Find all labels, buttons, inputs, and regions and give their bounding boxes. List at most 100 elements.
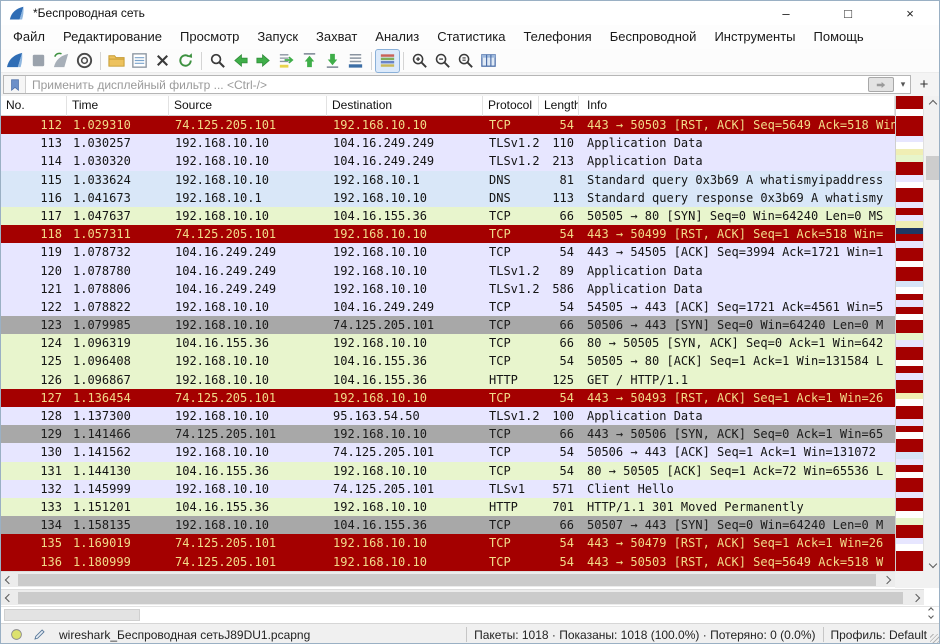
packet-row[interactable]: 1181.05731174.125.205.101192.168.10.10TC… bbox=[1, 225, 895, 243]
apply-filter-button[interactable] bbox=[868, 77, 894, 92]
capture-options-button[interactable] bbox=[73, 50, 96, 72]
menu-item-2[interactable]: Просмотр bbox=[171, 26, 248, 48]
profile-label[interactable]: Профиль: Default bbox=[831, 628, 928, 642]
packet-time: 1.057311 bbox=[67, 225, 169, 243]
packet-row[interactable]: 1301.141562192.168.10.1074.125.205.101TC… bbox=[1, 443, 895, 461]
packet-row[interactable]: 1361.18099974.125.205.101192.168.10.10TC… bbox=[1, 553, 895, 571]
zoom-in-button[interactable] bbox=[408, 50, 431, 72]
hscrollbar-thumb[interactable] bbox=[18, 592, 903, 604]
open-file-button[interactable] bbox=[105, 50, 128, 72]
go-to-packet-button[interactable] bbox=[275, 50, 298, 72]
packet-row[interactable]: 1211.078806104.16.249.249192.168.10.10TL… bbox=[1, 280, 895, 298]
zoom-out-button[interactable] bbox=[431, 50, 454, 72]
packet-row[interactable]: 1241.096319104.16.155.36192.168.10.10TCP… bbox=[1, 334, 895, 352]
column-header-length[interactable]: Length bbox=[539, 96, 579, 116]
menu-item-1[interactable]: Редактирование bbox=[54, 26, 171, 48]
minimap-stripe bbox=[896, 129, 923, 136]
packet-row[interactable]: 1351.16901974.125.205.101192.168.10.10TC… bbox=[1, 534, 895, 552]
go-top-button[interactable] bbox=[298, 50, 321, 72]
packet-row[interactable]: 1331.151201104.16.155.36192.168.10.10HTT… bbox=[1, 498, 895, 516]
packet-row[interactable]: 1251.096408192.168.10.10104.16.155.36TCP… bbox=[1, 352, 895, 370]
zoom-100-button[interactable] bbox=[454, 50, 477, 72]
vertical-scrollbar[interactable] bbox=[923, 96, 940, 571]
menu-item-9[interactable]: Инструменты bbox=[705, 26, 804, 48]
scroll-right-arrow-icon[interactable] bbox=[879, 572, 895, 588]
column-header-time[interactable]: Time bbox=[67, 96, 169, 116]
packet-length: 54 bbox=[539, 116, 579, 134]
vertical-scrollbar-thumb[interactable] bbox=[926, 156, 940, 180]
packet-row[interactable]: 1281.137300192.168.10.1095.163.54.50TLSv… bbox=[1, 407, 895, 425]
hscrollbar-thumb[interactable] bbox=[18, 574, 876, 586]
details-scrollbar-thumb[interactable] bbox=[4, 609, 140, 621]
filter-bookmark-button[interactable] bbox=[4, 76, 26, 93]
packet-row[interactable]: 1341.158135192.168.10.10104.16.155.36TCP… bbox=[1, 516, 895, 534]
reload-button[interactable] bbox=[174, 50, 197, 72]
scroll-up-arrow-icon[interactable] bbox=[924, 96, 940, 111]
column-header-destination[interactable]: Destination bbox=[327, 96, 483, 116]
scroll-left-arrow-icon[interactable] bbox=[1, 590, 17, 606]
filter-dropdown-caret[interactable]: ▾ bbox=[896, 79, 910, 90]
go-back-button[interactable] bbox=[229, 50, 252, 72]
packet-time: 1.030320 bbox=[67, 152, 169, 170]
details-vscroll-arrows[interactable] bbox=[929, 608, 933, 618]
menu-item-0[interactable]: Файл bbox=[4, 26, 54, 48]
display-filter-input[interactable] bbox=[26, 77, 868, 93]
packet-row[interactable]: 1271.13645474.125.205.101192.168.10.10TC… bbox=[1, 389, 895, 407]
wireshark-icon bbox=[9, 5, 26, 22]
capture-comment-icon[interactable] bbox=[32, 627, 47, 642]
close-button[interactable]: × bbox=[879, 1, 940, 25]
packet-row[interactable]: 1231.079985192.168.10.1074.125.205.101TC… bbox=[1, 316, 895, 334]
minimize-button[interactable]: – bbox=[755, 1, 817, 25]
expert-info-icon[interactable] bbox=[9, 627, 24, 642]
menu-item-4[interactable]: Захват bbox=[307, 26, 366, 48]
column-header-source[interactable]: Source bbox=[169, 96, 327, 116]
menu-item-6[interactable]: Статистика bbox=[428, 26, 514, 48]
menu-item-7[interactable]: Телефония bbox=[514, 26, 600, 48]
packet-protocol: TCP bbox=[483, 443, 539, 461]
packet-row[interactable]: 1291.14146674.125.205.101192.168.10.10TC… bbox=[1, 425, 895, 443]
capture-start-button[interactable] bbox=[4, 50, 27, 72]
scroll-right-arrow-icon[interactable] bbox=[908, 590, 924, 606]
menu-item-8[interactable]: Беспроводной bbox=[601, 26, 706, 48]
find-packet-button[interactable] bbox=[206, 50, 229, 72]
column-header-protocol[interactable]: Protocol bbox=[483, 96, 539, 116]
packet-row[interactable]: 1151.033624192.168.10.10192.168.10.1DNS8… bbox=[1, 171, 895, 189]
scroll-down-arrow-icon[interactable] bbox=[924, 556, 940, 571]
packet-row[interactable]: 1141.030320192.168.10.10104.16.249.249TL… bbox=[1, 152, 895, 170]
packet-length: 54 bbox=[539, 553, 579, 571]
maximize-button[interactable]: □ bbox=[817, 1, 879, 25]
capture-stop-button[interactable] bbox=[27, 50, 50, 72]
lower-pane-hscrollbar[interactable] bbox=[1, 589, 924, 605]
packet-row[interactable]: 1121.02931074.125.205.101192.168.10.10TC… bbox=[1, 116, 895, 134]
resize-grip[interactable] bbox=[930, 634, 940, 644]
go-bottom-button[interactable] bbox=[321, 50, 344, 72]
resize-columns-button[interactable] bbox=[477, 50, 500, 72]
packet-row[interactable]: 1221.078822192.168.10.10104.16.249.249TC… bbox=[1, 298, 895, 316]
packet-list-hscrollbar[interactable] bbox=[1, 571, 895, 587]
save-file-button[interactable] bbox=[128, 50, 151, 72]
packet-row[interactable]: 1261.096867192.168.10.10104.16.155.36HTT… bbox=[1, 371, 895, 389]
packet-destination: 104.16.155.36 bbox=[327, 352, 483, 370]
minimap-stripe bbox=[896, 373, 923, 380]
minimap-stripe bbox=[896, 195, 923, 202]
packet-row[interactable]: 1321.145999192.168.10.1074.125.205.101TL… bbox=[1, 480, 895, 498]
menu-item-10[interactable]: Помощь bbox=[805, 26, 873, 48]
packet-row[interactable]: 1161.041673192.168.10.1192.168.10.10DNS1… bbox=[1, 189, 895, 207]
column-header-info[interactable]: Info bbox=[579, 96, 895, 116]
packet-row[interactable]: 1311.144130104.16.155.36192.168.10.10TCP… bbox=[1, 462, 895, 480]
packet-row[interactable]: 1191.078732104.16.249.249192.168.10.10TC… bbox=[1, 243, 895, 261]
colorize-button[interactable] bbox=[376, 50, 399, 72]
packet-list-minimap[interactable] bbox=[895, 96, 923, 571]
menu-item-3[interactable]: Запуск bbox=[248, 26, 307, 48]
packet-row[interactable]: 1171.047637192.168.10.10104.16.155.36TCP… bbox=[1, 207, 895, 225]
close-file-button[interactable] bbox=[151, 50, 174, 72]
add-filter-button[interactable]: + bbox=[914, 75, 934, 94]
column-header-no[interactable]: No. bbox=[1, 96, 67, 116]
go-forward-button[interactable] bbox=[252, 50, 275, 72]
packet-row[interactable]: 1131.030257192.168.10.10104.16.249.249TL… bbox=[1, 134, 895, 152]
capture-restart-button[interactable] bbox=[50, 50, 73, 72]
packet-row[interactable]: 1201.078780104.16.249.249192.168.10.10TL… bbox=[1, 262, 895, 280]
auto-scroll-button[interactable] bbox=[344, 50, 367, 72]
scroll-left-arrow-icon[interactable] bbox=[1, 572, 17, 588]
menu-item-5[interactable]: Анализ bbox=[366, 26, 428, 48]
